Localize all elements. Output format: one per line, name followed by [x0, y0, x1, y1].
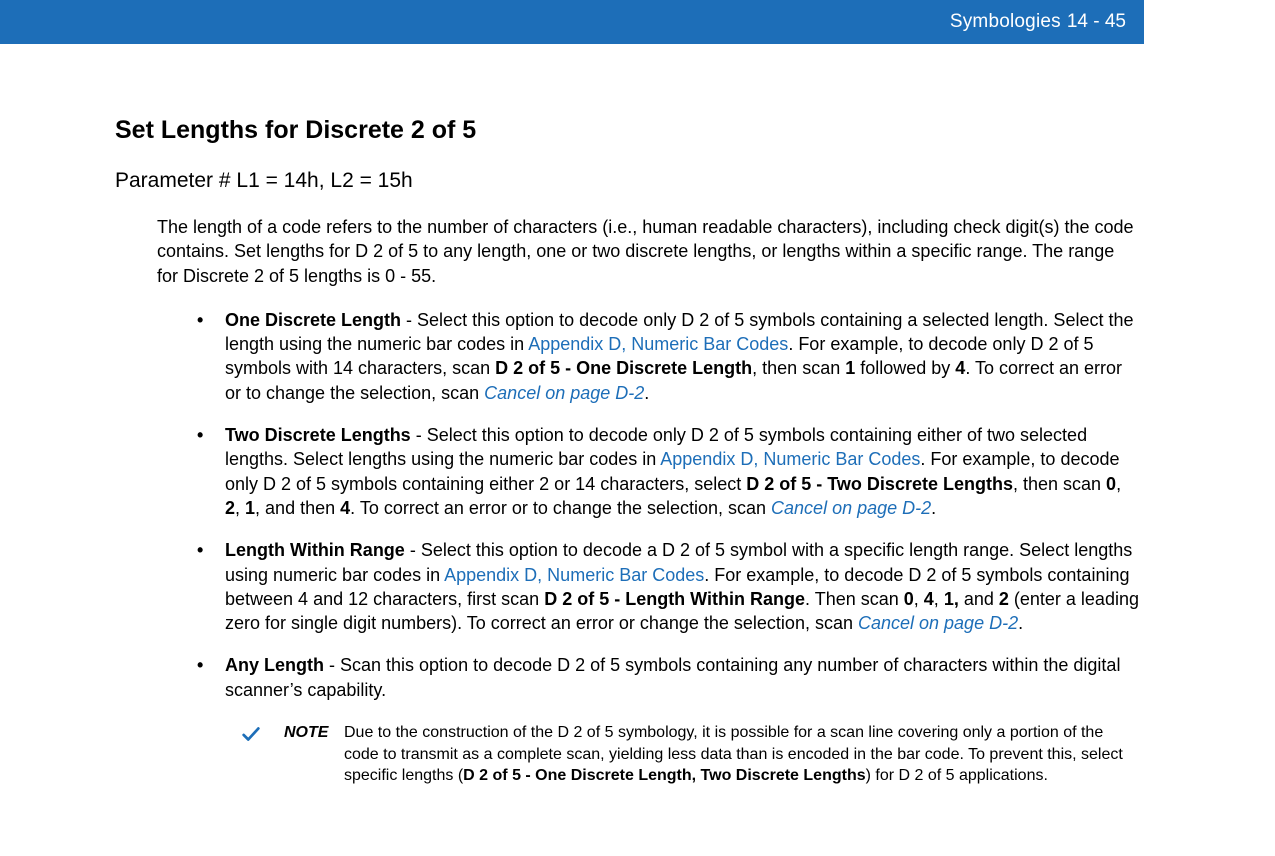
parameter-line: Parameter # L1 = 14h, L2 = 15h: [115, 169, 1140, 193]
option-name: One Discrete Length: [225, 310, 401, 330]
note-label: NOTE: [284, 720, 344, 787]
text: ,: [914, 589, 924, 609]
page-header-bar: Symbologies 14 - 45: [0, 0, 1275, 44]
bold-text: 1: [845, 358, 855, 378]
text: . To correct an error or to change the s…: [350, 498, 771, 518]
bold-text: D 2 of 5 - One Discrete Length, Two Disc…: [463, 767, 865, 784]
bold-text: 2: [999, 589, 1009, 609]
checkmark-icon: [240, 720, 284, 787]
text: . Then scan: [805, 589, 904, 609]
option-length-within-range: Length Within Range - Select this option…: [197, 538, 1140, 635]
bold-text: 1: [245, 498, 255, 518]
bold-text: 1,: [944, 589, 959, 609]
bold-text: 0: [1106, 474, 1116, 494]
option-any-length: Any Length - Scan this option to decode …: [197, 653, 1140, 702]
text: , then scan: [752, 358, 845, 378]
option-two-discrete: Two Discrete Lengths - Select this optio…: [197, 423, 1140, 520]
text: , then scan: [1013, 474, 1106, 494]
note-text: Due to the construction of the D 2 of 5 …: [344, 720, 1140, 787]
text: , and then: [255, 498, 340, 518]
text: .: [1018, 613, 1023, 633]
cancel-link[interactable]: Cancel on page D-2: [858, 613, 1018, 633]
intro-paragraph: The length of a code refers to the numbe…: [157, 215, 1140, 288]
bold-text: 4: [340, 498, 350, 518]
page-content: Set Lengths for Discrete 2 of 5 Paramete…: [0, 44, 1275, 827]
text: ) for D 2 of 5 applications.: [866, 767, 1048, 784]
note-callout: NOTE Due to the construction of the D 2 …: [240, 720, 1140, 787]
section-title: Set Lengths for Discrete 2 of 5: [115, 116, 1140, 145]
text: .: [931, 498, 936, 518]
bold-text: 4: [955, 358, 965, 378]
bold-text: D 2 of 5 - Length Within Range: [544, 589, 805, 609]
appendix-link[interactable]: Appendix D, Numeric Bar Codes: [528, 334, 788, 354]
text: and: [959, 589, 999, 609]
option-one-discrete: One Discrete Length - Select this option…: [197, 308, 1140, 405]
bold-text: D 2 of 5 - Two Discrete Lengths: [746, 474, 1013, 494]
bold-text: D 2 of 5 - One Discrete Length: [495, 358, 752, 378]
chapter-name: Symbologies: [950, 11, 1061, 33]
page-number: 14 - 45: [1067, 11, 1126, 33]
bold-text: 4: [924, 589, 934, 609]
text: .: [644, 383, 649, 403]
cancel-link[interactable]: Cancel on page D-2: [484, 383, 644, 403]
text: ,: [934, 589, 944, 609]
header-blue-strip: Symbologies 14 - 45: [0, 0, 1144, 44]
text: ,: [235, 498, 245, 518]
bold-text: 0: [904, 589, 914, 609]
bold-text: 2: [225, 498, 235, 518]
text: followed by: [855, 358, 955, 378]
cancel-link[interactable]: Cancel on page D-2: [771, 498, 931, 518]
text: ,: [1116, 474, 1121, 494]
options-list: One Discrete Length - Select this option…: [197, 308, 1140, 702]
option-name: Two Discrete Lengths: [225, 425, 411, 445]
text: - Scan this option to decode D 2 of 5 sy…: [225, 655, 1120, 699]
option-name: Any Length: [225, 655, 324, 675]
appendix-link[interactable]: Appendix D, Numeric Bar Codes: [660, 449, 920, 469]
appendix-link[interactable]: Appendix D, Numeric Bar Codes: [444, 565, 704, 585]
option-name: Length Within Range: [225, 540, 405, 560]
